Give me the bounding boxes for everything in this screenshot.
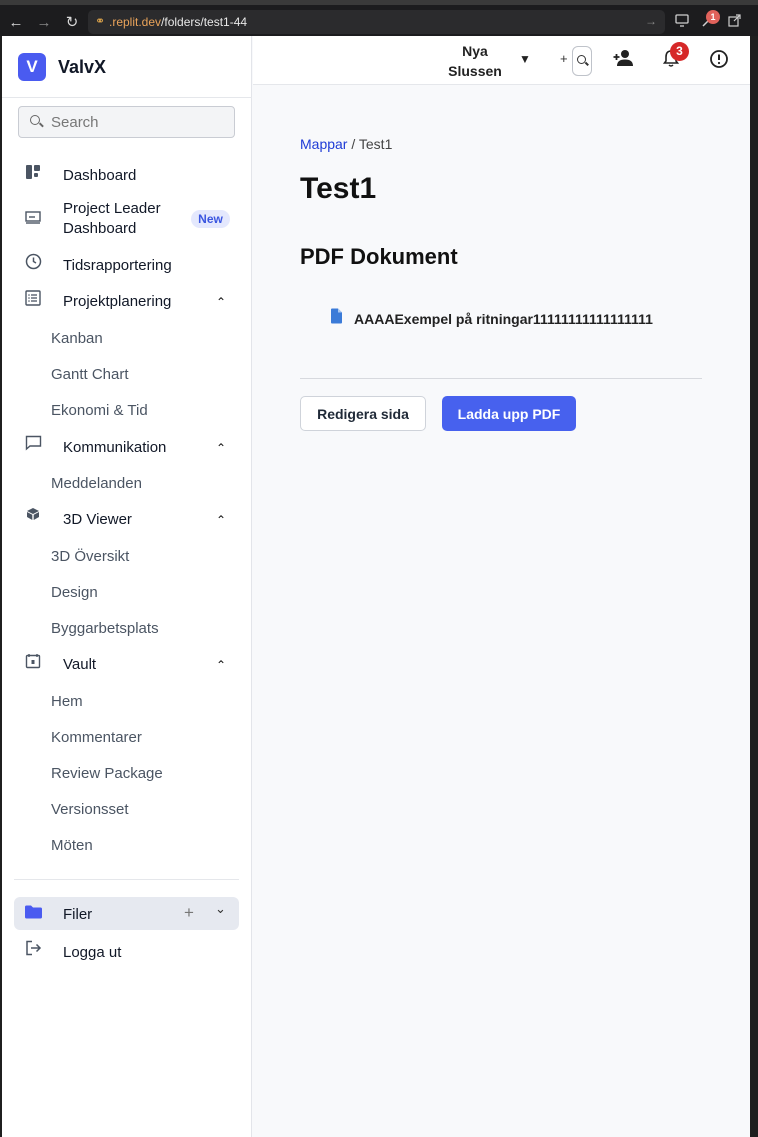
sidebar-subitem-3d-oversikt[interactable]: 3D Översikt xyxy=(51,548,129,565)
presentation-icon xyxy=(24,210,42,228)
sidebar-subitem-moten[interactable]: Möten xyxy=(51,837,93,854)
chevron-up-icon[interactable]: ⌃ xyxy=(216,513,226,527)
sidebar-item-label: Projektplanering xyxy=(63,293,172,310)
vault-icon xyxy=(24,653,42,671)
breadcrumb: Mappar / Test1 xyxy=(300,136,392,152)
sidebar-item-label: Vault xyxy=(63,656,97,673)
sidebar-subitem-versionsset[interactable]: Versionsset xyxy=(51,801,129,818)
folder-icon xyxy=(24,904,43,925)
sidebar-item-label-line1: Project Leader xyxy=(63,200,161,217)
extension-badge: 1 xyxy=(706,10,720,24)
chevron-down-icon[interactable]: ⌄ xyxy=(215,901,226,917)
screen-icon[interactable] xyxy=(673,14,691,32)
list-icon xyxy=(24,290,42,308)
top-bar: Nya Slussen ▼ + 3 xyxy=(253,36,750,85)
chevron-up-icon[interactable]: ⌃ xyxy=(216,658,226,672)
sidebar-subitem-meddelanden[interactable]: Meddelanden xyxy=(51,475,142,492)
forward-arrow-icon[interactable]: → xyxy=(34,13,54,33)
new-badge: New xyxy=(191,210,230,228)
edit-page-button[interactable]: Redigera sida xyxy=(300,396,426,431)
search-input[interactable] xyxy=(51,108,231,136)
file-icon xyxy=(330,308,343,329)
sidebar-item-3d-viewer[interactable]: 3D Viewer ⌃ xyxy=(2,507,252,531)
sidebar-subitem-design[interactable]: Design xyxy=(51,584,98,601)
section-title: PDF Dokument xyxy=(300,244,458,269)
cube-icon xyxy=(24,507,42,525)
chat-icon xyxy=(24,435,42,453)
sidebar-item-label: Tidsrapportering xyxy=(63,257,172,274)
chevron-up-icon[interactable]: ⌃ xyxy=(216,441,226,455)
project-name-line2: Slussen xyxy=(448,63,502,79)
page-title: Test1 xyxy=(300,172,377,205)
search-button[interactable] xyxy=(572,46,592,76)
sidebar-item-projektplanering[interactable]: Projektplanering ⌃ xyxy=(2,289,252,313)
sidebar-item-label: Kommunikation xyxy=(63,439,167,456)
sidebar-item-vault[interactable]: Vault ⌃ xyxy=(2,652,252,676)
caret-down-icon[interactable]: ▼ xyxy=(519,52,531,66)
sidebar-subitem-byggarbetsplats[interactable]: Byggarbetsplats xyxy=(51,620,159,637)
document-name: AAAAExempel på ritningar1111111111111111… xyxy=(354,311,653,327)
add-folder-icon[interactable]: + xyxy=(184,903,194,923)
add-icon[interactable]: + xyxy=(560,51,568,66)
sidebar-item-label: Logga ut xyxy=(63,944,122,961)
add-user-icon[interactable] xyxy=(612,49,634,71)
sidebar-divider xyxy=(14,879,239,880)
sidebar-item-label: Filer xyxy=(63,906,93,923)
divider xyxy=(300,378,702,379)
breadcrumb-separator: / xyxy=(347,136,359,152)
sidebar-item-kommunikation[interactable]: Kommunikation ⌃ xyxy=(2,434,252,458)
project-selector[interactable]: Nya Slussen xyxy=(440,41,510,81)
upload-pdf-button[interactable]: Ladda upp PDF xyxy=(442,396,576,431)
search-box[interactable] xyxy=(18,106,235,138)
search-icon xyxy=(577,55,586,64)
sidebar-subitem-gantt[interactable]: Gantt Chart xyxy=(51,366,129,383)
logout-icon xyxy=(24,940,42,958)
sidebar-subitem-kommentarer[interactable]: Kommentarer xyxy=(51,729,142,746)
go-arrow-icon[interactable]: → xyxy=(645,14,657,28)
chevron-up-icon[interactable]: ⌃ xyxy=(216,295,226,309)
browser-toolbar: ← → ↻ ⚭ .replit.dev/folders/test1-44 → 1 xyxy=(0,0,758,36)
reload-icon[interactable]: ↻ xyxy=(62,13,82,33)
link-icon: ⚭ xyxy=(95,14,106,28)
sidebar: V ValvX Dashboard Project Leader Dashboa… xyxy=(2,36,252,1137)
sidebar-item-dashboard[interactable]: Dashboard xyxy=(2,162,252,186)
sidebar-item-label-line2: Dashboard xyxy=(63,220,137,237)
sidebar-item-label: Dashboard xyxy=(63,167,137,184)
open-external-icon[interactable] xyxy=(725,14,743,32)
sidebar-subitem-review-package[interactable]: Review Package xyxy=(51,765,163,782)
address-bar[interactable]: ⚭ .replit.dev/folders/test1-44 → xyxy=(88,10,665,34)
sidebar-subitem-ekonomi[interactable]: Ekonomi & Tid xyxy=(51,402,148,419)
app-name: ValvX xyxy=(58,57,107,77)
sidebar-subitem-hem[interactable]: Hem xyxy=(51,693,83,710)
sidebar-item-logga-ut[interactable]: Logga ut xyxy=(2,939,252,963)
logo-row: V ValvX xyxy=(2,36,252,98)
sidebar-item-label: 3D Viewer xyxy=(63,511,132,528)
search-icon xyxy=(30,115,40,125)
breadcrumb-link-mappar[interactable]: Mappar xyxy=(300,136,347,152)
notification-badge: 3 xyxy=(670,42,689,61)
breadcrumb-current: Test1 xyxy=(358,136,393,152)
sidebar-item-tidsrapportering[interactable]: Tidsrapportering xyxy=(2,252,252,276)
clock-icon xyxy=(24,253,42,271)
back-arrow-icon[interactable]: ← xyxy=(6,13,26,33)
dashboard-icon xyxy=(24,164,42,182)
info-alert-icon[interactable] xyxy=(709,49,731,71)
project-name-line1: Nya xyxy=(462,43,488,59)
logo-icon: V xyxy=(18,53,46,81)
app-window: V ValvX Dashboard Project Leader Dashboa… xyxy=(2,36,750,1137)
url-text: .replit.dev/folders/test1-44 xyxy=(109,15,248,29)
sidebar-item-filer[interactable]: Filer + ⌄ xyxy=(14,897,239,930)
sidebar-subitem-kanban[interactable]: Kanban xyxy=(51,330,103,347)
